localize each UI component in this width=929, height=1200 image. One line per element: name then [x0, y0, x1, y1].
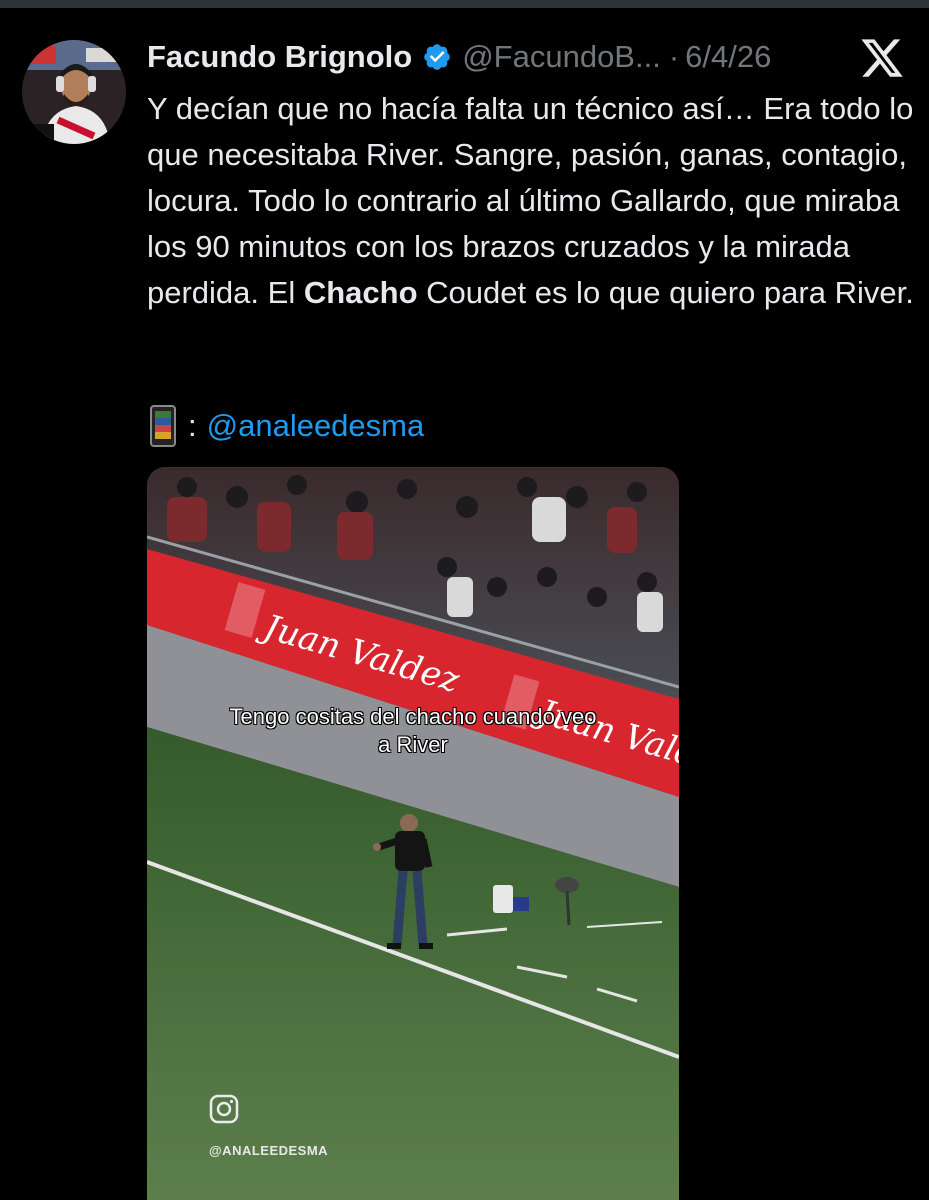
credit-mention-link[interactable]: @analeedesma — [207, 408, 425, 444]
author-handle[interactable]: @FacundoB... — [462, 39, 661, 75]
credit-colon: : — [188, 408, 197, 443]
post-header: Facundo Brignolo @FacundoB... · 6/4/26 — [147, 36, 771, 78]
instagram-watermark-handle: @ANALEEDESMA — [209, 1143, 329, 1158]
avatar-image — [22, 40, 126, 144]
mobile-phone-icon — [150, 405, 176, 447]
separator-dot: · — [668, 39, 680, 74]
post-text-part2: Coudet es lo que quiero para River. — [417, 275, 914, 310]
caption-line-2: a River — [378, 732, 448, 757]
post-date[interactable]: 6/4/26 — [685, 39, 771, 75]
video-media[interactable]: Juan Valdez Juan Valdez Tengo cositas de… — [147, 467, 679, 1200]
verified-badge-icon — [424, 44, 451, 70]
x-logo-icon[interactable] — [859, 35, 905, 81]
post-text: Y decían que no hacía falta un técnico a… — [147, 86, 917, 316]
caption-line-1: Tengo cositas del chacho cuando veo — [229, 704, 597, 729]
top-divider — [0, 0, 929, 8]
video-caption: Tengo cositas del chacho cuando veo a Ri… — [147, 703, 679, 759]
video-frame: Juan Valdez Juan Valdez — [147, 467, 679, 1200]
video-credit: : @analeedesma — [150, 405, 424, 447]
instagram-icon — [209, 1094, 239, 1124]
author-name[interactable]: Facundo Brignolo — [147, 39, 412, 75]
avatar[interactable] — [22, 40, 126, 144]
post-text-bold: Chacho — [303, 275, 418, 310]
